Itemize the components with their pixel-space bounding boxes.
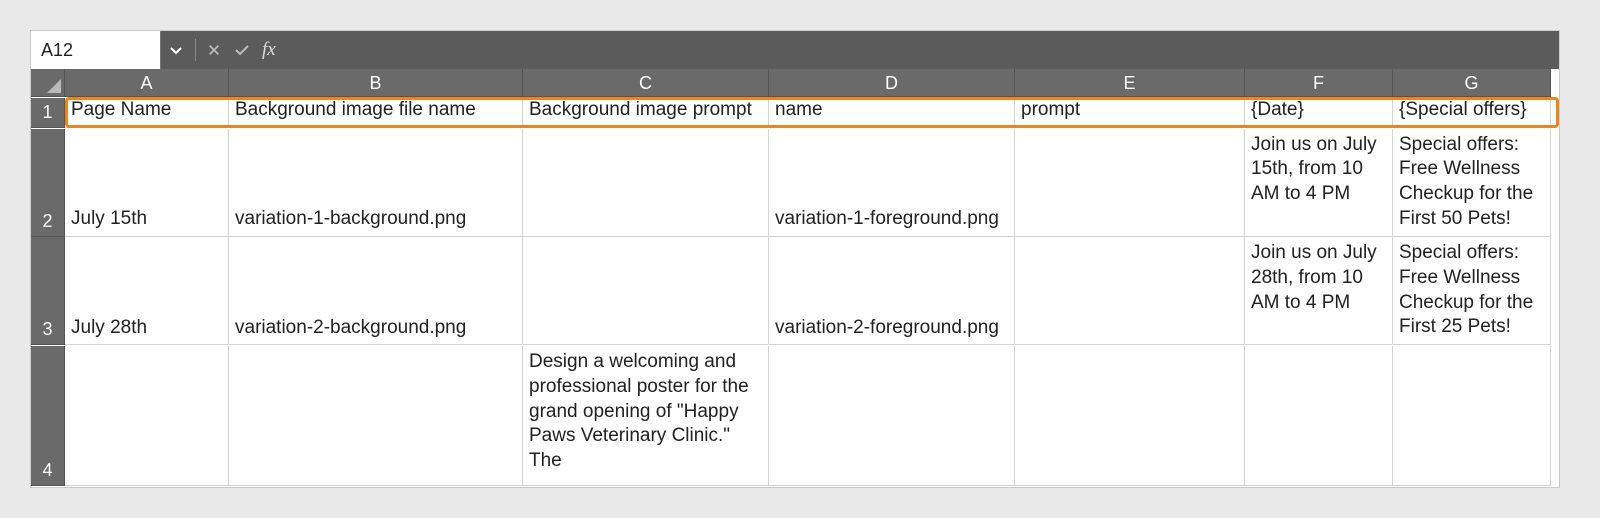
col-header-B[interactable]: B — [229, 69, 523, 97]
cell[interactable]: Design a welcoming and professional post… — [523, 346, 769, 486]
col-header-A[interactable]: A — [65, 69, 229, 97]
spreadsheet-app: A12 fx A B C D E F G 1 Page Name Backgro… — [30, 30, 1560, 488]
col-header-D[interactable]: D — [769, 69, 1015, 97]
cell[interactable]: Background image file name — [229, 98, 523, 128]
cell[interactable]: {Date} — [1245, 98, 1393, 128]
cell[interactable] — [1245, 346, 1393, 486]
cell[interactable]: variation-2-foreground.png — [769, 237, 1015, 345]
check-icon — [234, 42, 250, 58]
col-header-C[interactable]: C — [523, 69, 769, 97]
cell[interactable] — [1015, 237, 1245, 345]
cell[interactable] — [523, 237, 769, 345]
name-box-dropdown[interactable] — [161, 31, 191, 69]
row-header-2[interactable]: 2 — [31, 129, 65, 237]
col-header-E[interactable]: E — [1015, 69, 1245, 97]
select-all-corner[interactable] — [31, 69, 65, 97]
col-header-G[interactable]: G — [1393, 69, 1551, 97]
cell[interactable] — [523, 129, 769, 237]
cell[interactable]: Foreground image file name — [769, 98, 1015, 128]
name-box[interactable]: A12 — [31, 31, 161, 69]
separator — [195, 39, 196, 62]
formula-bar: A12 fx — [31, 31, 1559, 69]
cell[interactable]: Special offers: Free Wellness Checkup fo… — [1393, 129, 1551, 237]
cell[interactable] — [65, 346, 229, 486]
fx-label[interactable]: fx — [256, 39, 282, 61]
cell[interactable] — [1015, 346, 1245, 486]
cell[interactable] — [769, 346, 1015, 486]
cell[interactable]: Join us on July 15th, from 10 AM to 4 PM — [1245, 129, 1393, 237]
cell[interactable]: Background image prompt — [523, 98, 769, 128]
cell[interactable]: variation-1-background.png — [229, 129, 523, 237]
cell[interactable]: July 15th — [65, 129, 229, 237]
spreadsheet-grid[interactable]: A B C D E F G 1 Page Name Background ima… — [31, 69, 1559, 487]
cell[interactable]: variation-1-foreground.png — [769, 129, 1015, 237]
row-header-4[interactable]: 4 — [31, 346, 65, 486]
row-header-3[interactable]: 3 — [31, 237, 65, 345]
row-header-1[interactable]: 1 — [31, 98, 65, 128]
cell[interactable]: July 28th — [65, 237, 229, 345]
cell[interactable]: Special offers: Free Wellness Checkup fo… — [1393, 237, 1551, 345]
cell[interactable]: {Special offers} — [1393, 98, 1551, 128]
cell[interactable] — [229, 346, 523, 486]
cell[interactable] — [1393, 346, 1551, 486]
cell[interactable]: Page Name — [65, 98, 229, 128]
cell[interactable] — [1015, 129, 1245, 237]
cancel-button[interactable] — [200, 31, 228, 69]
cell[interactable]: variation-2-background.png — [229, 237, 523, 345]
cell[interactable]: Foreground image prompt — [1015, 98, 1245, 128]
col-header-F[interactable]: F — [1245, 69, 1393, 97]
chevron-down-icon — [168, 42, 184, 58]
cell[interactable]: Join us on July 28th, from 10 AM to 4 PM — [1245, 237, 1393, 345]
formula-input[interactable] — [282, 31, 1559, 69]
x-icon — [207, 43, 221, 57]
confirm-button[interactable] — [228, 31, 256, 69]
